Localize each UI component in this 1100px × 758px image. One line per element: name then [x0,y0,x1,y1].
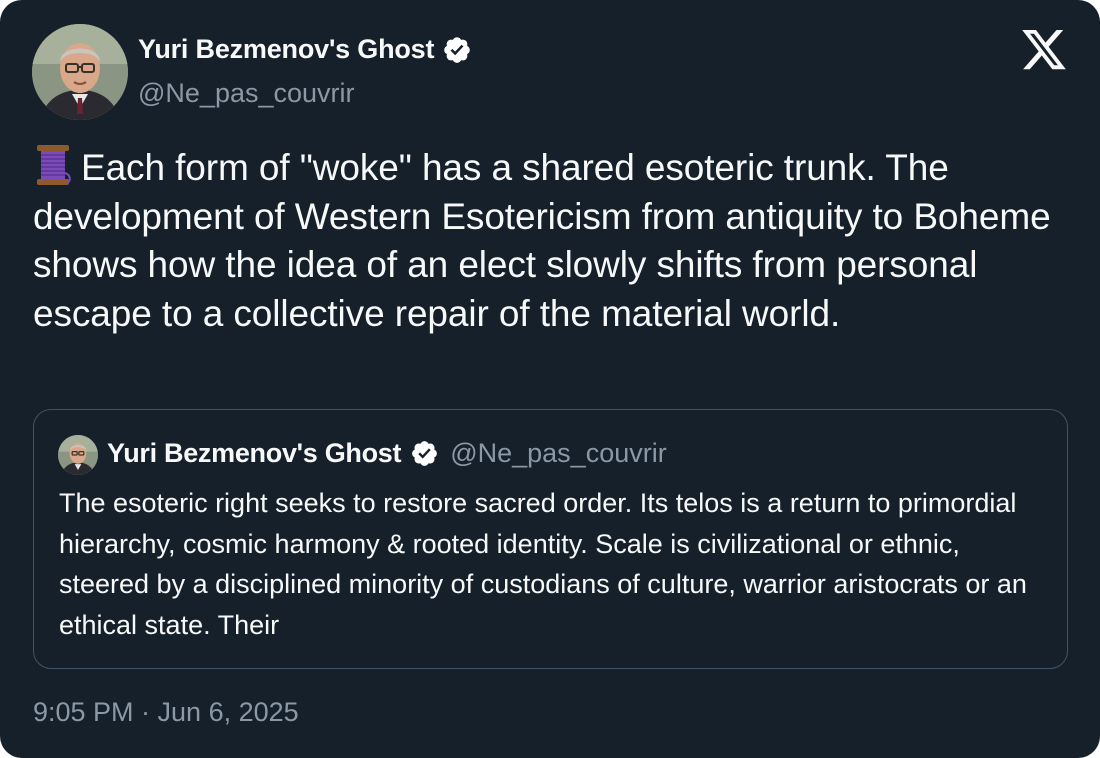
quoted-author-handle[interactable]: @Ne_pas_couvrir [450,438,667,469]
quoted-tweet[interactable]: Yuri Bezmenov's Ghost @Ne_pas_couvrir Th… [33,409,1068,669]
author-avatar[interactable] [32,24,128,120]
quoted-author-display-name[interactable]: Yuri Bezmenov's Ghost [107,438,402,469]
tweet-body: Each form of "woke" has a shared esoteri… [33,143,1073,338]
quoted-tweet-text: The esoteric right seeks to restore sacr… [59,488,1027,640]
verified-badge-icon [412,441,438,466]
spool-of-thread-icon [37,145,71,185]
author-handle[interactable]: @Ne_pas_couvrir [138,78,355,109]
quoted-author-avatar[interactable] [58,435,98,475]
verified-badge-icon [444,36,471,63]
x-logo-icon[interactable] [1022,30,1066,70]
tweet-timestamp[interactable]: 9:05 PM · Jun 6, 2025 [33,697,299,728]
author-display-name[interactable]: Yuri Bezmenov's Ghost [138,34,434,65]
tweet-card: Yuri Bezmenov's Ghost @Ne_pas_couvrir Ea… [0,0,1100,758]
tweet-text: Each form of "woke" has a shared esoteri… [33,147,1051,334]
